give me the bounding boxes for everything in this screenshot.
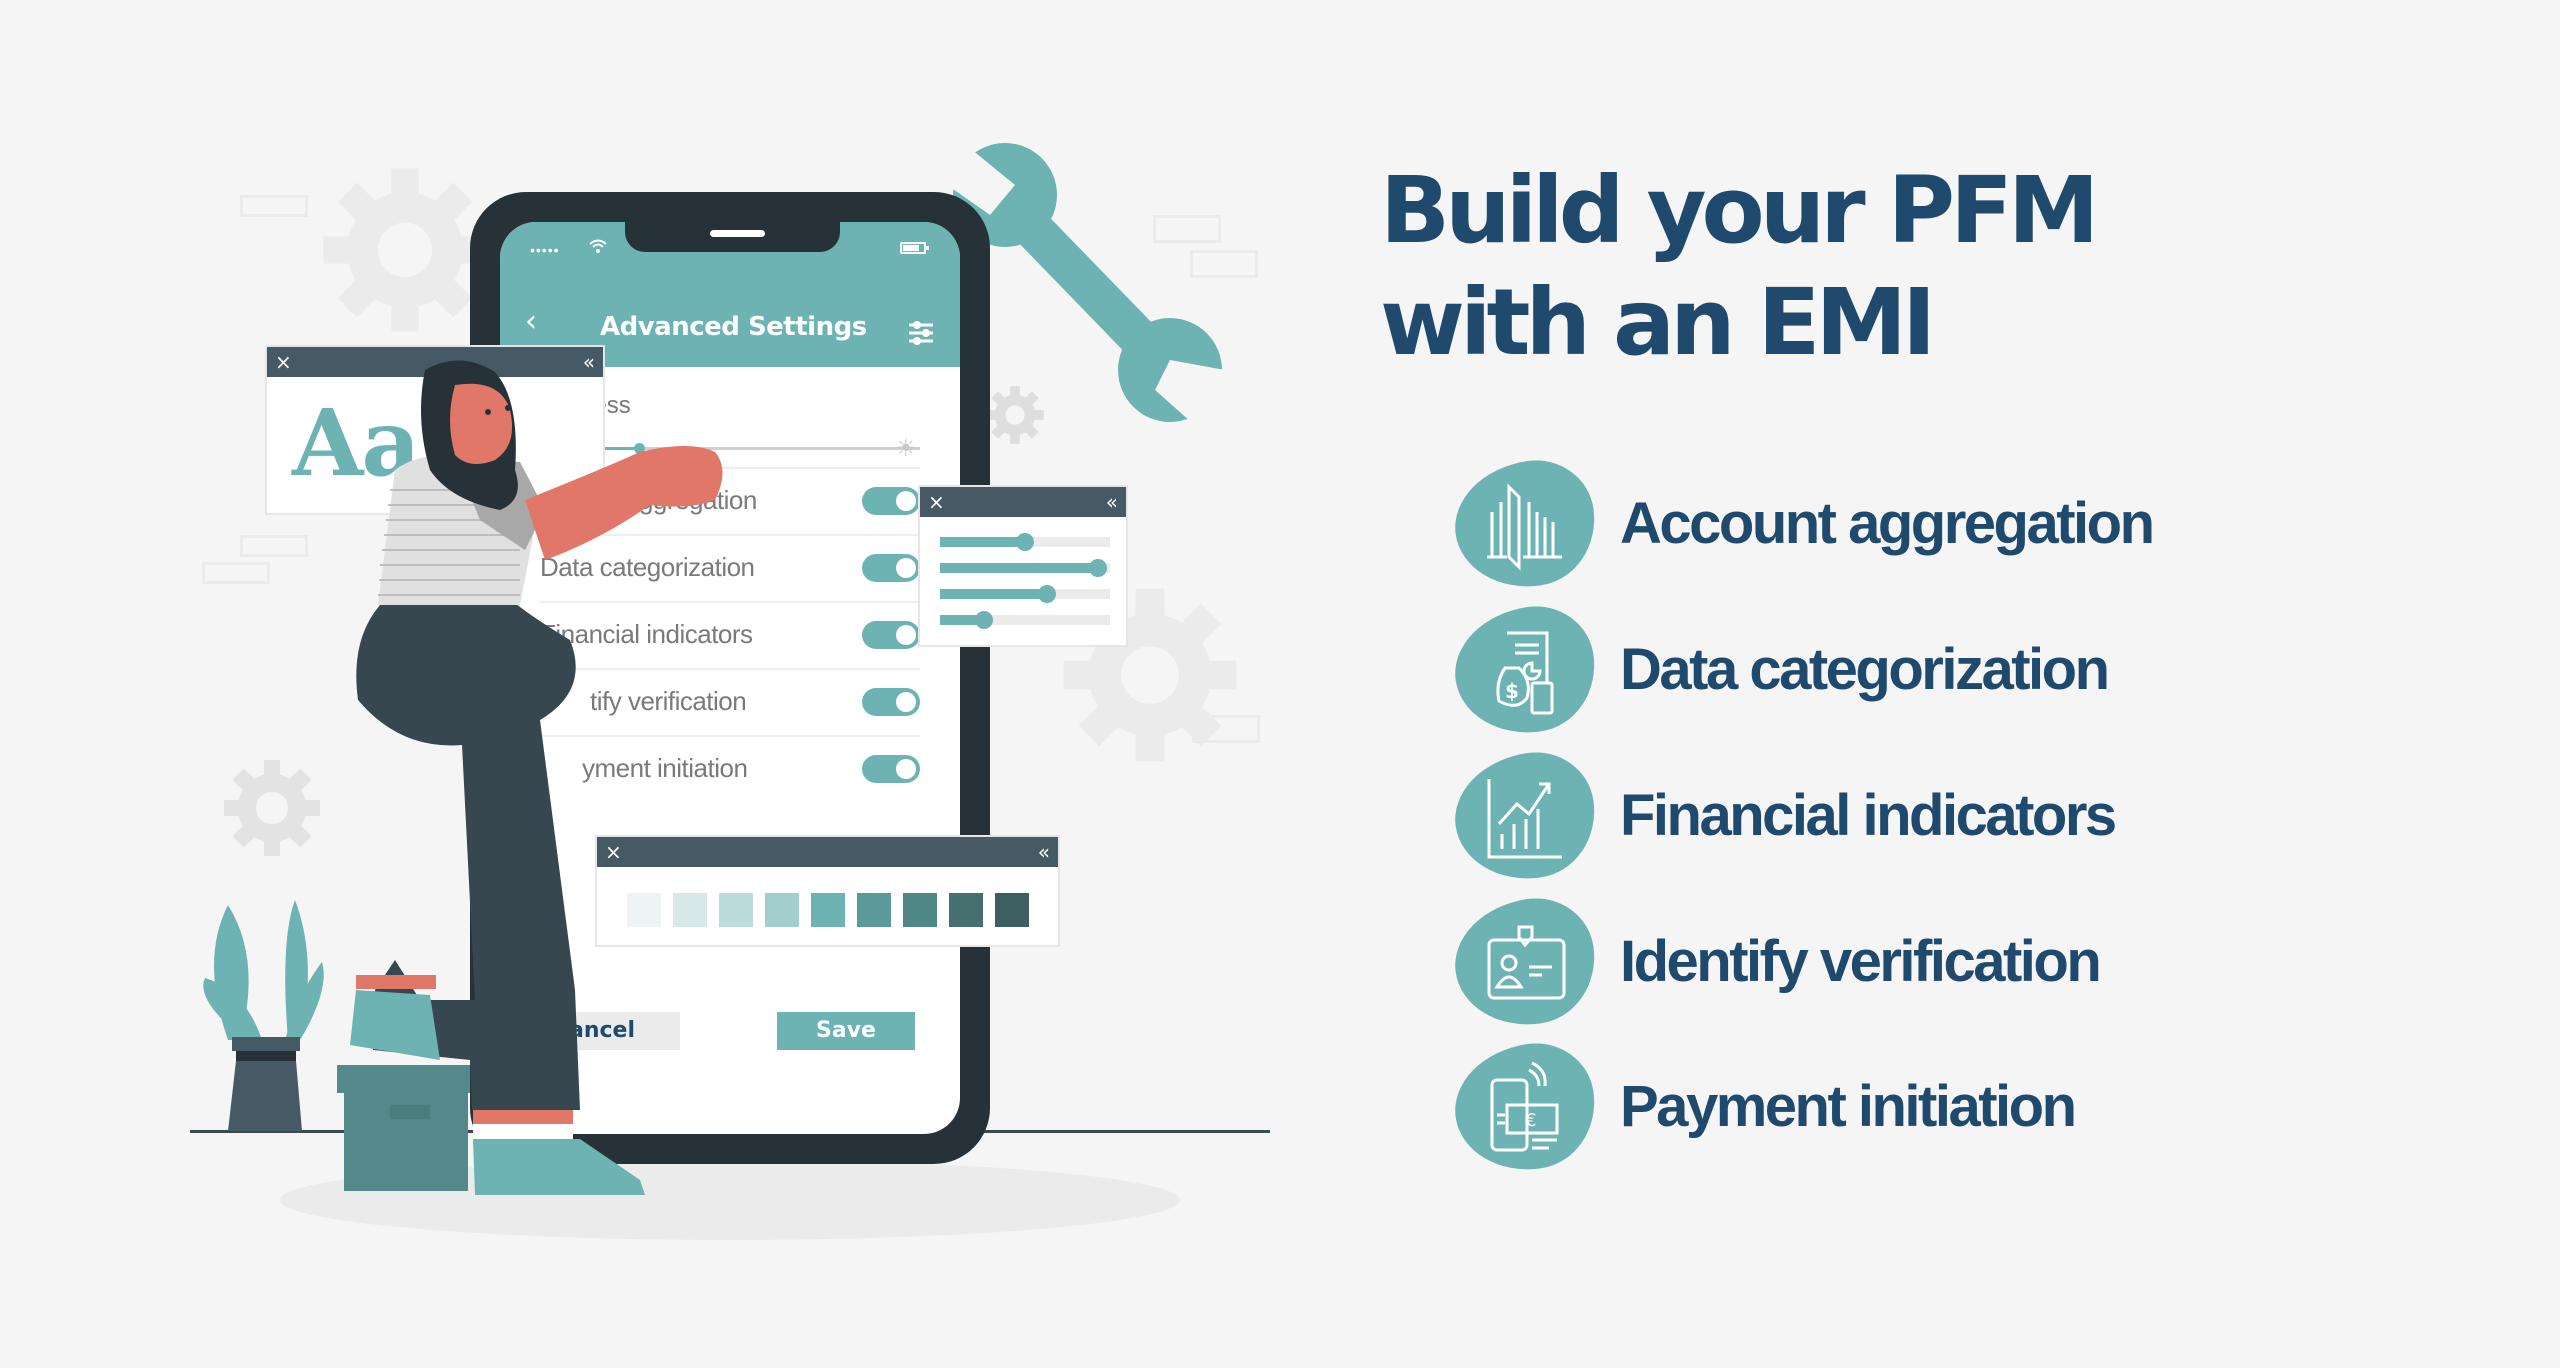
headline-line-1: Build your PFM <box>1380 157 2099 264</box>
headline: Build your PFM with an EMI <box>1380 155 2099 379</box>
feature-account-aggregation: Account aggregation <box>1446 452 2255 597</box>
feature-label: Payment initiation <box>1620 1074 2077 1139</box>
feature-label: Identify verification <box>1620 929 2102 994</box>
feature-data-categorization: $ Data categorization <box>1446 598 2255 743</box>
identity-card-icon <box>1487 925 1566 1000</box>
svg-text:€: € <box>1525 1110 1536 1131</box>
headline-line-2: with an EMI <box>1380 269 1936 376</box>
feature-financial-indicators: Financial indicators <box>1446 744 2255 889</box>
financial-indicators-icon <box>1487 779 1562 859</box>
feature-label: Account aggregation <box>1620 491 2155 556</box>
plant-illustration <box>203 900 324 1131</box>
woman-illustration <box>203 360 723 1195</box>
data-categorization-icon: $ <box>1496 631 1554 715</box>
svg-text:$: $ <box>1505 679 1519 703</box>
feature-label: Financial indicators <box>1620 783 2117 848</box>
feature-payment-initiation: € Payment initiation <box>1446 1035 2255 1180</box>
payment-phone-icon: € <box>1490 1061 1559 1152</box>
feature-label: Data categorization <box>1620 637 2110 702</box>
collapse-icon[interactable]: « <box>1106 489 1118 515</box>
account-aggregation-icon <box>1487 483 1562 571</box>
box-illustration <box>337 1065 470 1191</box>
feature-identify-verification: Identify verification <box>1446 890 2255 1035</box>
